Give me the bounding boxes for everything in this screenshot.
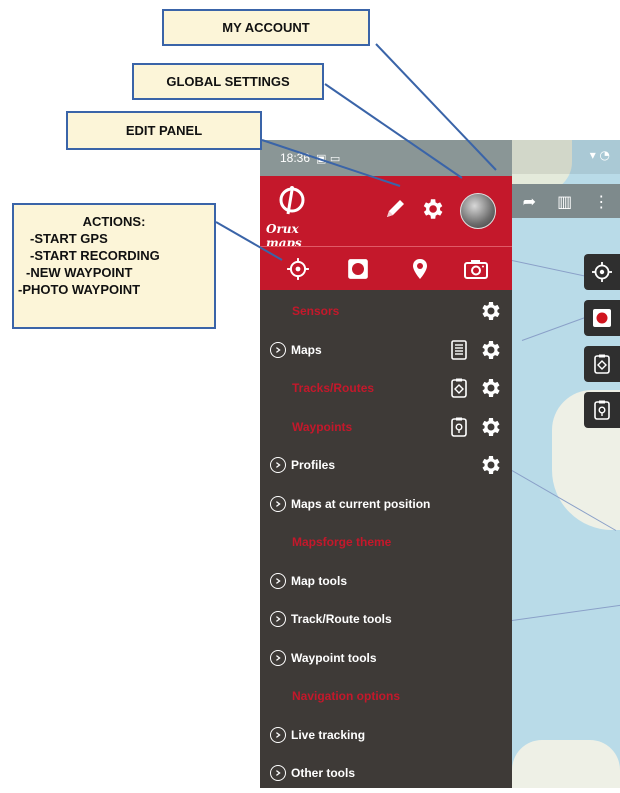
map-land xyxy=(512,740,620,788)
callout-actions-line: -START RECORDING xyxy=(30,248,160,263)
navigation-drawer: 18:36 ▣ ▭ Orux maps Sensors Maps Tracks/… xyxy=(260,140,512,788)
menu-item-label: Profiles xyxy=(291,458,336,472)
menu-item-label: Live tracking xyxy=(291,727,366,742)
callout-my-account: MY ACCOUNT xyxy=(162,9,370,46)
start-recording-button[interactable] xyxy=(342,253,374,285)
map-icon[interactable]: ▥ xyxy=(557,192,572,211)
map-toolbar: ➦ ▥ ⋮ xyxy=(512,184,620,218)
pencil-icon xyxy=(387,200,404,217)
menu-item[interactable]: Sensors xyxy=(260,292,512,331)
new-waypoint-button[interactable] xyxy=(404,253,436,285)
photo-waypoint-button[interactable] xyxy=(460,253,492,285)
waypoint-float-button[interactable] xyxy=(584,392,620,428)
oruxmaps-logo-icon xyxy=(279,186,305,215)
track-clipboard-icon xyxy=(594,354,610,374)
track-float-button[interactable] xyxy=(584,346,620,382)
callout-edit-panel-text: EDIT PANEL xyxy=(125,123,203,138)
drawer-menu: Sensors Maps Tracks/Routes Waypoints Profile… xyxy=(260,292,512,793)
gear-icon[interactable] xyxy=(478,415,502,439)
record-icon xyxy=(348,259,368,279)
menu-item[interactable]: Tracks/Routes xyxy=(260,369,512,408)
gear-icon[interactable] xyxy=(478,338,502,362)
callout-global-settings-text: GLOBAL SETTINGS xyxy=(166,74,290,89)
menu-item-label: Map tools xyxy=(291,573,347,588)
more-menu-icon[interactable]: ⋮ xyxy=(593,192,609,211)
callout-actions-line: -START GPS xyxy=(30,231,108,246)
chevron-right-icon xyxy=(270,457,286,473)
menu-item-label: Waypoint tools xyxy=(291,650,377,665)
chevron-right-icon xyxy=(270,611,286,627)
edit-panel-button[interactable] xyxy=(378,192,412,226)
crosshair-icon xyxy=(592,262,612,282)
chevron-right-icon xyxy=(270,649,286,666)
track-document-icon[interactable] xyxy=(448,377,470,399)
chevron-right-icon xyxy=(270,726,286,743)
navigate-icon[interactable]: ➦ xyxy=(523,192,536,211)
menu-item[interactable]: Maps xyxy=(260,331,512,370)
menu-item[interactable]: Mapsforge theme xyxy=(260,523,512,562)
camera-icon xyxy=(464,260,488,279)
map-view[interactable] xyxy=(512,140,620,788)
callout-actions-line: ACTIONS: xyxy=(82,214,146,229)
callout-actions: ACTIONS: -START GPS -START RECORDING -NE… xyxy=(12,203,216,329)
callout-my-account-text: MY ACCOUNT xyxy=(222,20,310,35)
menu-item-label: Waypoints xyxy=(292,419,353,434)
status-time: 18:36 xyxy=(280,151,311,165)
app-logo: Orux maps xyxy=(264,184,320,250)
menu-item-label: Mapsforge theme xyxy=(292,535,392,549)
waypoint-clipboard-icon xyxy=(594,400,610,420)
menu-item[interactable]: Waypoints xyxy=(260,408,512,447)
drawer-header: Orux maps xyxy=(260,176,512,250)
menu-item[interactable]: Map tools xyxy=(260,562,512,601)
menu-item-label: Maps xyxy=(291,342,322,357)
menu-item[interactable]: Navigation options xyxy=(260,677,512,716)
menu-item[interactable]: Maps at current position xyxy=(260,485,512,524)
start-gps-button[interactable] xyxy=(282,253,314,285)
callout-actions-line: -PHOTO WAYPOINT xyxy=(18,282,141,297)
global-settings-button[interactable] xyxy=(415,192,449,226)
record-icon xyxy=(593,309,611,327)
my-account-avatar[interactable] xyxy=(460,193,496,229)
gear-icon[interactable] xyxy=(478,453,502,477)
chevron-right-icon xyxy=(270,572,286,589)
chevron-right-icon xyxy=(270,341,286,358)
menu-item-label: Navigation options xyxy=(292,689,400,703)
crosshair-icon xyxy=(287,258,309,280)
callout-actions-line: -NEW WAYPOINT xyxy=(26,265,133,280)
menu-item[interactable]: Live tracking xyxy=(260,716,512,755)
menu-item-label: Tracks/Routes xyxy=(292,381,375,395)
menu-item-label: Other tools xyxy=(291,766,356,780)
record-float-button[interactable] xyxy=(584,300,620,336)
menu-item[interactable]: Other tools xyxy=(260,754,512,793)
map-status-bar: ▾ ◔ xyxy=(512,140,620,174)
menu-item-label: Sensors xyxy=(292,304,340,318)
signal-icon: ▾ ◔ xyxy=(589,148,610,162)
menu-item[interactable]: Profiles xyxy=(260,446,512,485)
gear-icon xyxy=(423,199,443,219)
callout-edit-panel: EDIT PANEL xyxy=(66,111,262,150)
menu-item-label: Maps at current position xyxy=(291,496,431,511)
menu-item[interactable]: Track/Route tools xyxy=(260,600,512,639)
callout-global-settings: GLOBAL SETTINGS xyxy=(132,63,324,100)
waypoint-document-icon[interactable] xyxy=(448,416,470,438)
menu-item[interactable]: Waypoint tools xyxy=(260,639,512,678)
gear-icon[interactable] xyxy=(478,376,502,400)
map-route-line xyxy=(512,603,620,621)
notification-icons: ▣ ▭ xyxy=(316,151,341,165)
menu-item-label: Track/Route tools xyxy=(291,612,392,626)
status-bar: 18:36 ▣ ▭ xyxy=(260,140,512,176)
location-pin-icon xyxy=(413,259,427,279)
chevron-right-icon xyxy=(270,765,286,781)
gps-float-button[interactable] xyxy=(584,254,620,290)
chevron-right-icon xyxy=(270,495,286,512)
actions-bar xyxy=(260,246,512,290)
gear-icon[interactable] xyxy=(478,299,502,323)
list-document-icon[interactable] xyxy=(448,339,470,361)
